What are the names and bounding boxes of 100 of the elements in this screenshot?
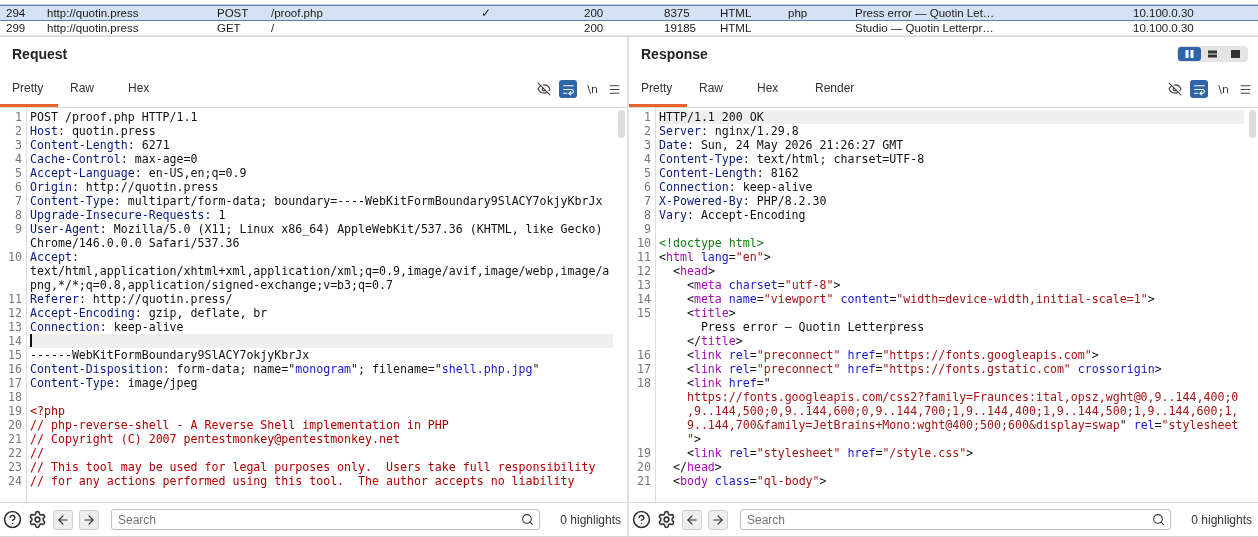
table-cell-text: HTML	[719, 7, 753, 19]
back-button[interactable]	[682, 509, 702, 530]
line-number: 19	[7, 404, 23, 418]
code-line: Content-Type: multipart/form-data; boundary=----WebKitFormBoundary9SlACY7okjyKbrJx	[30, 194, 604, 208]
code-line: </title>	[685, 334, 744, 348]
text-caret	[30, 334, 32, 347]
line-number: 1	[14, 110, 23, 124]
newline-toggle[interactable]: \n	[585, 82, 600, 96]
line-number: 8	[14, 208, 23, 222]
forward-button[interactable]	[79, 509, 99, 530]
line-number: 7	[14, 194, 23, 208]
code-line: <!doctype html>	[659, 236, 765, 250]
view-tab[interactable]: Hex	[745, 71, 803, 107]
history-row[interactable]: 299 http://quotin.press GET / 200 19185 HTML Studio — Quotin Letterpr… 10.100.0.30	[0, 21, 1258, 36]
forward-button[interactable]	[708, 509, 728, 530]
code-line: Content-Type: image/jpeg	[30, 376, 199, 390]
panel-title: Response	[641, 46, 708, 62]
scrollbar-thumb[interactable]	[1249, 110, 1256, 138]
view-tab[interactable]: Render	[803, 71, 867, 107]
line-number: 15	[636, 306, 652, 320]
table-cell-text: php	[787, 7, 809, 19]
view-tab[interactable]: Pretty	[0, 71, 58, 107]
line-number: 14	[7, 334, 23, 348]
table-cell-text: 8375	[663, 7, 691, 19]
right-arrow-icon	[711, 512, 725, 527]
code-line: Accept-Language: en-US,en;q=0.9	[30, 166, 248, 180]
line-number: 23	[7, 460, 23, 474]
code-line: Content-Disposition: form-data; name="monogram"; filename="shell.php.jpg"	[30, 362, 541, 376]
table-cell-text: 294	[5, 7, 27, 19]
view-tab[interactable]: Raw	[58, 71, 116, 107]
code-line: 9..144,700&family=JetBrains+Mono:wght@400;500;600&display=swap" rel="stylesheet	[685, 418, 1240, 432]
table-cell-text: 10.100.0.30	[1132, 7, 1195, 19]
line-number: 18	[636, 376, 652, 390]
code-line: <title>	[685, 306, 737, 320]
settings-icon[interactable]	[657, 510, 676, 529]
help-icon[interactable]	[632, 510, 651, 529]
search-field[interactable]: Search	[111, 509, 541, 530]
table-cell-text: http://quotin.press	[46, 22, 140, 34]
search-icon	[521, 513, 535, 526]
table-cell-text: GET	[216, 22, 242, 34]
line-number: 16	[7, 362, 23, 376]
back-button[interactable]	[53, 509, 73, 530]
code-line: Accept-Encoding: gzip, deflate, br	[30, 306, 269, 320]
line-number: 22	[7, 446, 23, 460]
line-number: 5	[14, 166, 23, 180]
layout-toggle[interactable]	[1178, 47, 1201, 61]
code-line: <meta charset="utf-8">	[685, 278, 842, 292]
help-icon[interactable]	[3, 510, 22, 529]
wrap-toggle[interactable]	[1190, 80, 1209, 98]
view-tab[interactable]: Raw	[687, 71, 745, 107]
view-tab[interactable]: Hex	[116, 71, 174, 107]
line-number: 17	[636, 362, 652, 376]
line-number: 16	[636, 348, 652, 362]
line-number: 9	[643, 222, 652, 236]
single-pane-icon	[1231, 50, 1240, 58]
line-number: 12	[7, 306, 23, 320]
code-line: Accept:	[30, 250, 80, 264]
code-line: text/html,application/xhtml+xml,application/xml;q=0.9,image/avif,image/webp,image/a	[30, 264, 611, 278]
line-number: 3	[14, 138, 23, 152]
code-line: <meta name="viewport" content="width=device-width,initial-scale=1">	[685, 292, 1156, 306]
newline-toggle[interactable]: \n	[1216, 82, 1231, 96]
line-number: 4	[643, 152, 652, 166]
code-line: // This tool may be used for legal purposes only. Users take full responsibility	[30, 460, 597, 474]
hidden-eye-icon[interactable]	[537, 80, 552, 98]
table-cell-text: /proof.php	[270, 7, 324, 19]
code-line: Server: nginx/1.29.8	[659, 124, 800, 138]
code-line: <?php	[30, 404, 66, 418]
code-line: https://fonts.googleapis.com/css2?family=Fraunces:ital,opsz,wght@0,9..144,400;0	[685, 390, 1240, 404]
line-number: 8	[643, 208, 652, 222]
line-number: 21	[636, 474, 652, 488]
wrap-toggle[interactable]	[559, 80, 578, 98]
code-line: <html lang="en">	[659, 250, 772, 264]
table-cell-text: 19185	[663, 22, 697, 34]
code-line: //	[30, 446, 45, 460]
line-number: 10	[636, 236, 652, 250]
hidden-eye-icon[interactable]	[1168, 80, 1183, 98]
settings-icon[interactable]	[28, 510, 47, 529]
line-number: 10	[7, 250, 23, 264]
code-line: Origin: http://quotin.press	[30, 180, 220, 194]
table-cell-text: 200	[583, 7, 605, 19]
code-line: <link rel="preconnect" href="https://fonts.gstatic.com" crossorigin>	[685, 362, 1163, 376]
table-cell-text: 200	[583, 22, 605, 34]
line-number: 11	[636, 250, 652, 264]
line-number: 2	[643, 124, 652, 138]
code-line: // Copyright (C) 2007 pentestmonkey@pentestmonkey.net	[30, 432, 401, 446]
table-cell-text: Press error — Quotin Let…	[854, 7, 996, 19]
line-number: 13	[7, 320, 23, 334]
history-row[interactable]: 294 http://quotin.press POST /proof.php ✓ 200 8375 HTML php Press error — Quotin Let… 10.100.0.30	[0, 5, 1258, 21]
code-line: POST /proof.php HTTP/1.1	[30, 110, 199, 124]
line-number: 5	[643, 166, 652, 180]
code-line: Connection: keep-alive	[659, 180, 814, 194]
code-line: </head>	[671, 460, 723, 474]
code-line: <head>	[671, 264, 716, 278]
scrollbar-thumb[interactable]	[618, 110, 625, 138]
code-line: ------WebKitFormBoundary9SlACY7okjyKbrJx	[30, 348, 311, 362]
code-line: Cache-Control: max-age=0	[30, 152, 199, 166]
search-field[interactable]: Search	[740, 509, 1172, 530]
view-tab[interactable]: Pretty	[629, 71, 687, 107]
line-number: 11	[7, 292, 23, 306]
rows-icon	[1208, 50, 1217, 58]
